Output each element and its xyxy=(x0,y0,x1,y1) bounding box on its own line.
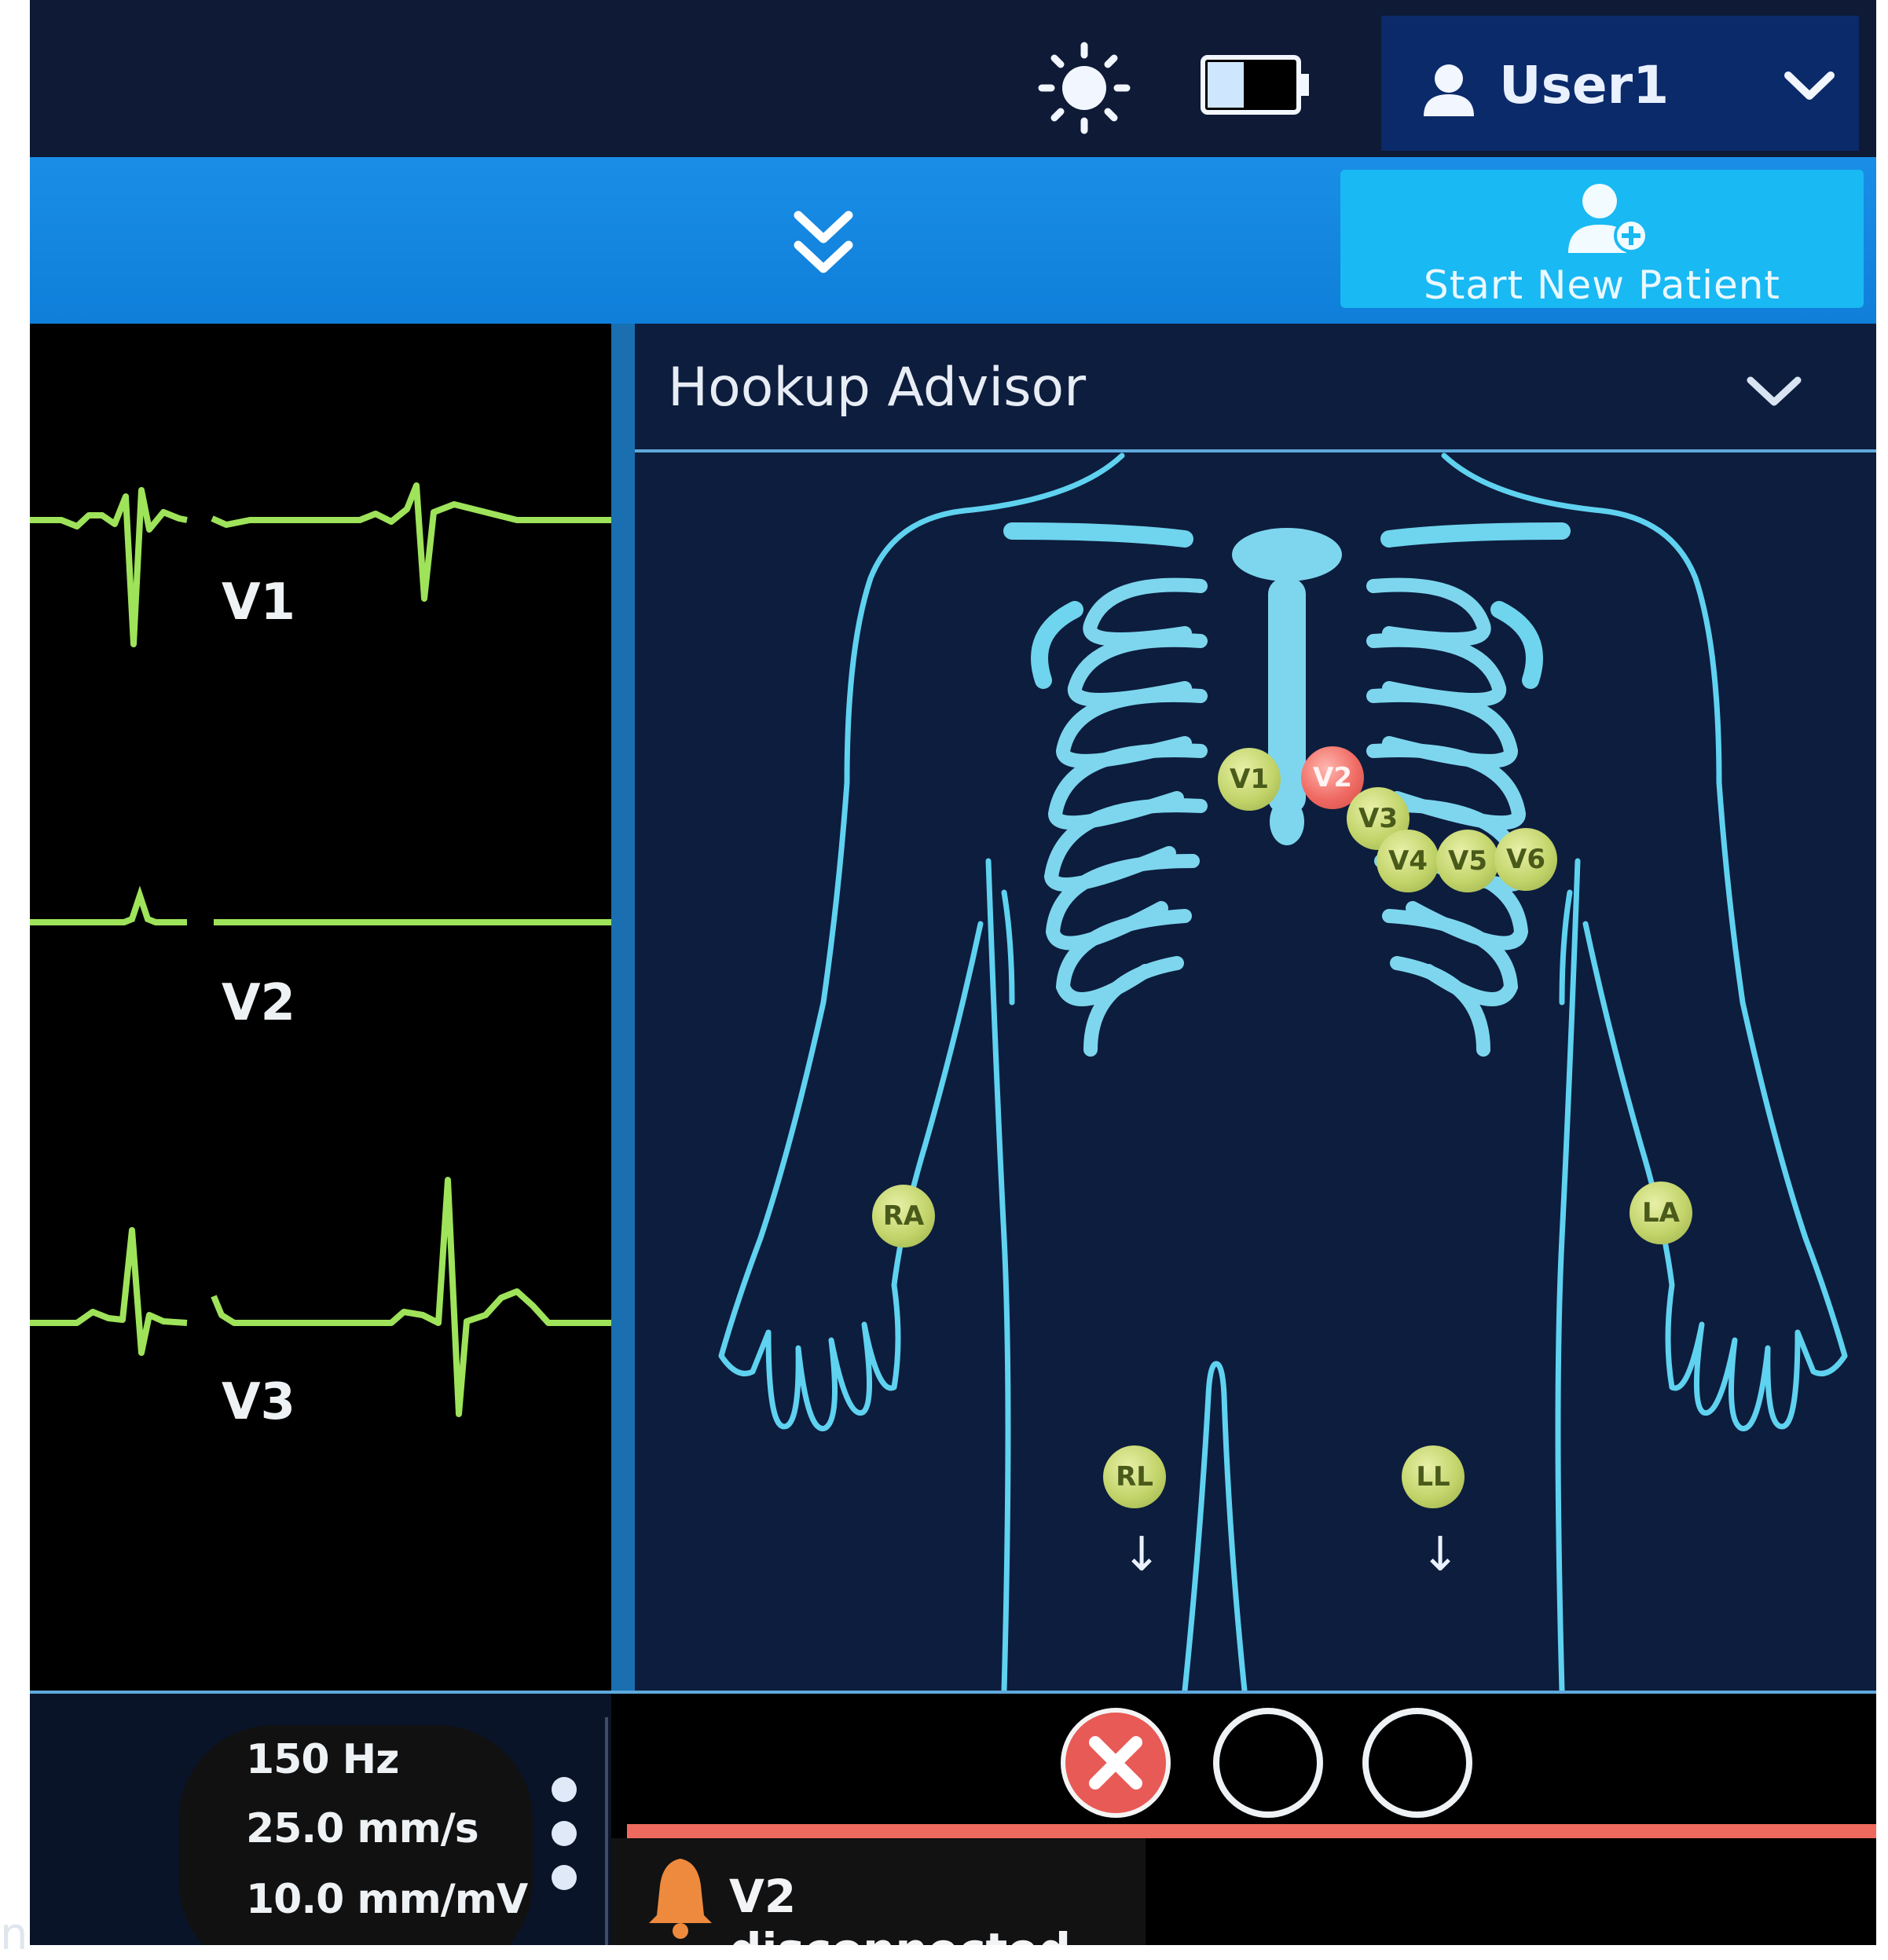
close-icon xyxy=(1089,1736,1142,1790)
electrode-ra[interactable]: RA xyxy=(872,1185,935,1247)
panel-divider xyxy=(611,324,635,1691)
electrode-rl[interactable]: RL xyxy=(1103,1445,1166,1508)
alert-message[interactable]: V2 disconnected xyxy=(611,1838,1146,1945)
hookup-advisor-header[interactable]: Hookup Advisor xyxy=(635,324,1876,452)
electrode-v5[interactable]: V5 xyxy=(1436,830,1499,892)
status-bar: User1 xyxy=(30,0,1876,157)
bottom-separator xyxy=(605,1717,608,1945)
ecg-traces xyxy=(30,482,611,1417)
lead-label-v1: V1 xyxy=(222,573,296,632)
battery-icon xyxy=(1201,55,1309,115)
bottom-bar: 150 Hz 25.0 mm/s 10.0 mm/mV V2 xyxy=(30,1694,1876,1945)
electrode-v6[interactable]: V6 xyxy=(1494,828,1557,891)
start-new-patient-button[interactable]: Start New Patient xyxy=(1340,170,1864,308)
electrode-la[interactable]: LA xyxy=(1630,1181,1692,1244)
electrode-v1[interactable]: V1 xyxy=(1218,748,1281,811)
quality-indicator-error xyxy=(1061,1708,1171,1818)
start-new-patient-label: Start New Patient xyxy=(1423,262,1781,308)
double-chevron-down-icon[interactable] xyxy=(784,204,863,283)
signal-status-area: V2 disconnected xyxy=(611,1694,1876,1945)
user-menu[interactable]: User1 xyxy=(1381,16,1859,151)
lead-label-v3: V3 xyxy=(222,1373,296,1431)
electrode-ll[interactable]: LL xyxy=(1402,1445,1465,1508)
dot-icon xyxy=(552,1865,577,1890)
bell-icon xyxy=(649,1859,712,1939)
electrode-v4[interactable]: V4 xyxy=(1377,830,1439,892)
ecg-device-screen: User1 Start New Patient V1 V2 V3 Hookup … xyxy=(30,0,1876,1945)
more-options-button[interactable] xyxy=(552,1777,583,1918)
hookup-advisor-panel: Hookup Advisor V1 V2 V3 V4 V5 V6 RA LA R… xyxy=(635,324,1876,1691)
alert-bar xyxy=(627,1824,1876,1838)
ecg-waveform-panel: V1 V2 V3 xyxy=(30,324,611,1691)
quality-indicator-empty xyxy=(1362,1708,1472,1818)
filter-setting: 150 Hz xyxy=(246,1736,399,1783)
speed-setting: 25.0 mm/s xyxy=(246,1805,479,1852)
gain-setting: 10.0 mm/mV xyxy=(246,1876,528,1923)
toolbar: Start New Patient xyxy=(30,157,1876,324)
user-icon xyxy=(1424,64,1474,116)
dot-icon xyxy=(552,1777,577,1802)
chevron-down-icon[interactable] xyxy=(1743,363,1806,418)
edge-fragment-text: n xyxy=(0,1909,28,1960)
ecg-trace-v1 xyxy=(30,487,188,647)
lead-label-v2: V2 xyxy=(222,974,296,1032)
arrow-down-icon: ↓ xyxy=(1122,1527,1162,1582)
user-name: User1 xyxy=(1499,55,1670,115)
ecg-trace-v2 xyxy=(30,885,187,925)
body-diagram xyxy=(718,452,1848,1691)
ecg-trace-v3 xyxy=(30,1227,188,1356)
dot-icon xyxy=(552,1821,577,1846)
hookup-advisor-title: Hookup Advisor xyxy=(668,357,1087,419)
chevron-down-icon[interactable] xyxy=(1782,61,1837,108)
arrow-down-icon: ↓ xyxy=(1421,1527,1461,1582)
quality-indicator-empty xyxy=(1213,1708,1323,1818)
sun-icon[interactable] xyxy=(1037,41,1131,135)
alert-text: V2 disconnected xyxy=(729,1870,1071,1945)
add-user-icon xyxy=(1568,184,1648,253)
